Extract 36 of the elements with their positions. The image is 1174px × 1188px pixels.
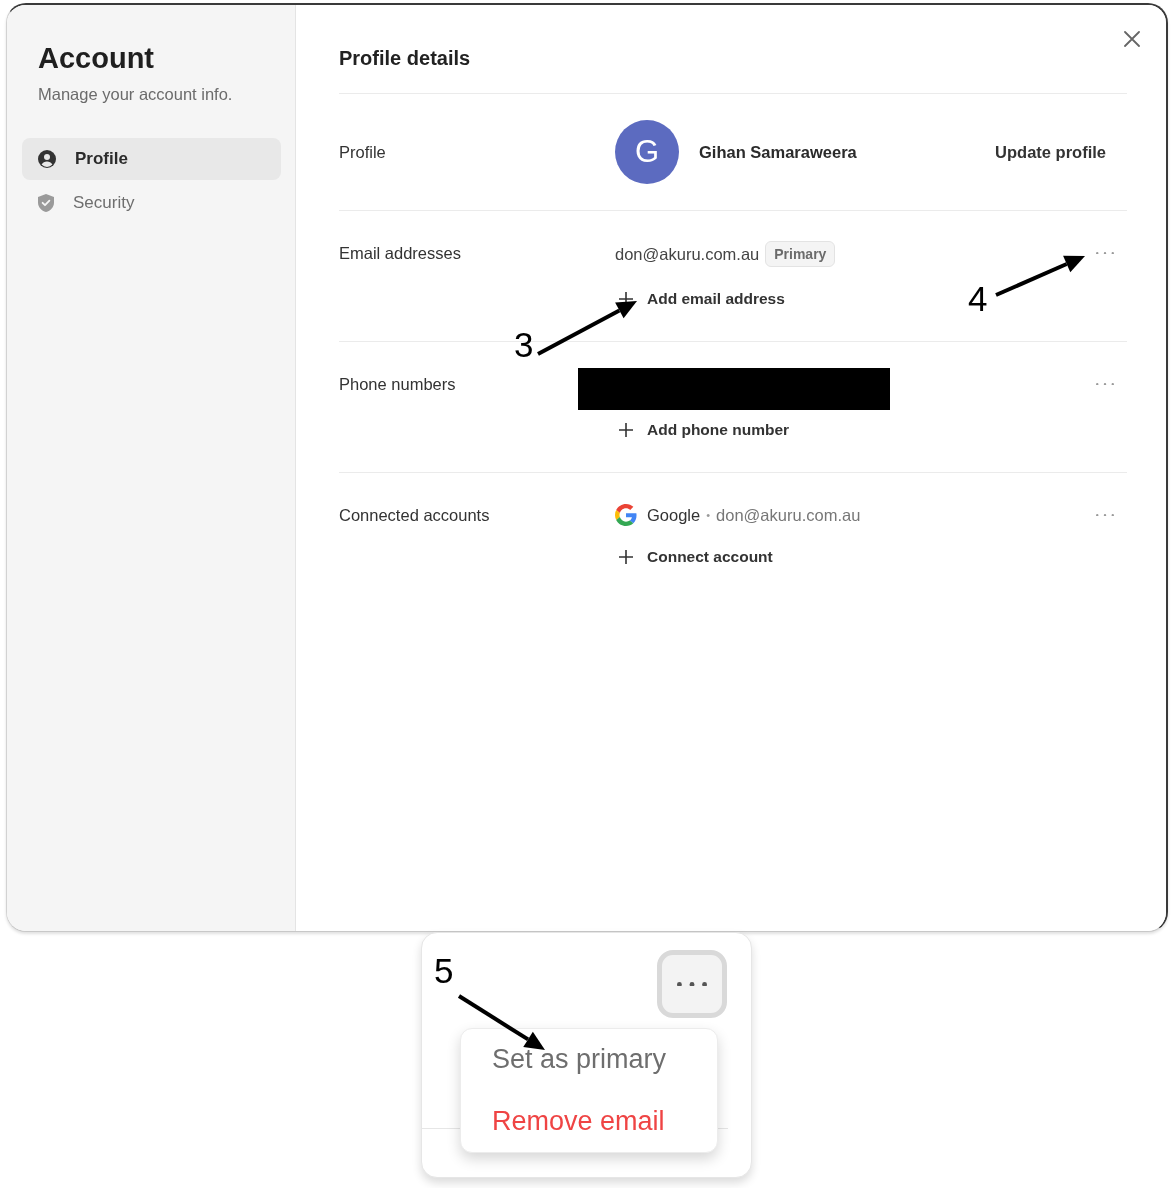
user-name: Gihan Samaraweera [699,142,857,162]
avatar: G [615,120,679,184]
more-icon [1096,382,1114,386]
more-options-button[interactable] [657,950,727,1018]
menu-item[interactable]: Remove email [461,1090,717,1152]
close-icon [1124,31,1140,47]
user-circle-icon [38,150,56,168]
more-icon [677,981,707,987]
update-profile-button[interactable]: Update profile [974,134,1127,170]
provider-name: Google [647,505,701,525]
section-label: Connected accounts [339,505,490,526]
section-label: Email addresses [339,243,461,264]
sidebar-title: Account [38,41,154,75]
annotation-number: 4 [968,281,988,316]
annotation-number: 5 [434,953,454,988]
g-logo-icon [615,504,637,526]
plus-icon [619,423,633,437]
sidebar-item[interactable]: Security [22,182,281,224]
email-address: don@akuru.com.au [615,244,760,264]
menu-item[interactable]: Set as primary [461,1029,717,1091]
section-label: Phone numbers [339,374,456,395]
more-icon [1096,251,1114,255]
annotation-number: 3 [514,327,534,362]
connect-account-link[interactable]: Connect account [615,545,773,569]
separator-dot: • [706,509,711,521]
sidebar-subtitle: Manage your account info. [38,84,233,104]
primary-tag: Primary [765,241,836,267]
more-icon [1096,513,1114,517]
add-email-link[interactable]: Add email address [615,287,785,311]
page-title: Profile details [339,46,471,70]
plus-icon [619,550,633,564]
account-email: don@akuru.com.au [716,505,861,525]
sidebar-item[interactable]: Profile [22,138,281,180]
add-phone-link[interactable]: Add phone number [615,418,790,442]
shield-check-icon [38,194,54,212]
section-label: Profile [339,142,386,163]
